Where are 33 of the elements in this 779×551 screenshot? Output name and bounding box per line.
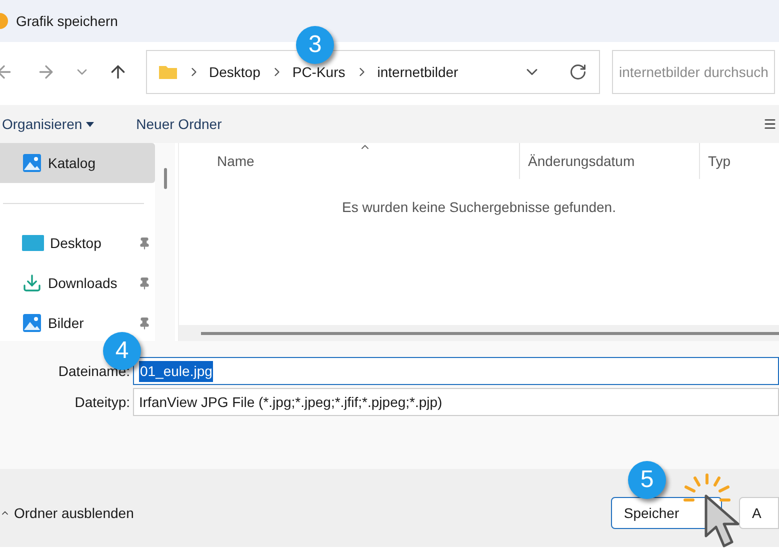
selected-filename: 01_eule.jpg bbox=[139, 360, 214, 382]
filename-field[interactable]: 01_eule.jpg bbox=[133, 357, 779, 385]
refresh-icon[interactable] bbox=[569, 63, 587, 81]
folder-icon bbox=[159, 65, 177, 79]
vertical-scrollbar[interactable] bbox=[155, 143, 175, 341]
picture-icon bbox=[22, 153, 42, 173]
window-title: Grafik speichern bbox=[16, 12, 118, 31]
breadcrumb[interactable]: Desktop bbox=[209, 62, 260, 82]
cancel-button[interactable]: A bbox=[739, 497, 779, 529]
filetype-label: Dateityp: bbox=[74, 392, 131, 412]
empty-message: Es wurden keine Suchergebnisse gefunden. bbox=[342, 198, 616, 217]
picture-icon bbox=[22, 313, 42, 333]
caret-icon bbox=[86, 122, 94, 126]
pin-icon[interactable] bbox=[138, 276, 151, 290]
desktop-icon bbox=[22, 235, 44, 251]
horizontal-scrollbar[interactable] bbox=[179, 325, 779, 341]
download-icon bbox=[22, 273, 42, 293]
hide-folders-button[interactable]: Ordner ausblenden bbox=[14, 502, 134, 524]
sidebar-item[interactable]: Desktop bbox=[0, 223, 155, 263]
column-header[interactable]: Typ bbox=[699, 143, 779, 179]
breadcrumb[interactable]: PC-Kurs bbox=[292, 62, 346, 82]
organize-button[interactable]: Organisieren bbox=[0, 114, 96, 134]
search-field[interactable]: internetbilder durchsuch bbox=[612, 50, 775, 94]
column-header[interactable]: Änderungsdatum bbox=[519, 143, 699, 179]
view-menu-icon[interactable] bbox=[763, 117, 777, 131]
pin-icon[interactable] bbox=[138, 236, 151, 250]
column-header[interactable]: Name bbox=[179, 150, 519, 172]
sidebar-item[interactable]: Downloads bbox=[0, 263, 155, 303]
pin-icon[interactable] bbox=[138, 316, 151, 330]
filetype-dropdown[interactable]: IrfanView JPG File (*.jpg;*.jpeg;*.jfif;*.pjpeg;*.pjp) bbox=[133, 388, 779, 416]
sidebar-item[interactable]: Katalog bbox=[0, 143, 155, 183]
breadcrumb[interactable]: internetbilder bbox=[377, 62, 458, 82]
new-folder-button[interactable]: Neuer Ordner bbox=[136, 114, 222, 134]
